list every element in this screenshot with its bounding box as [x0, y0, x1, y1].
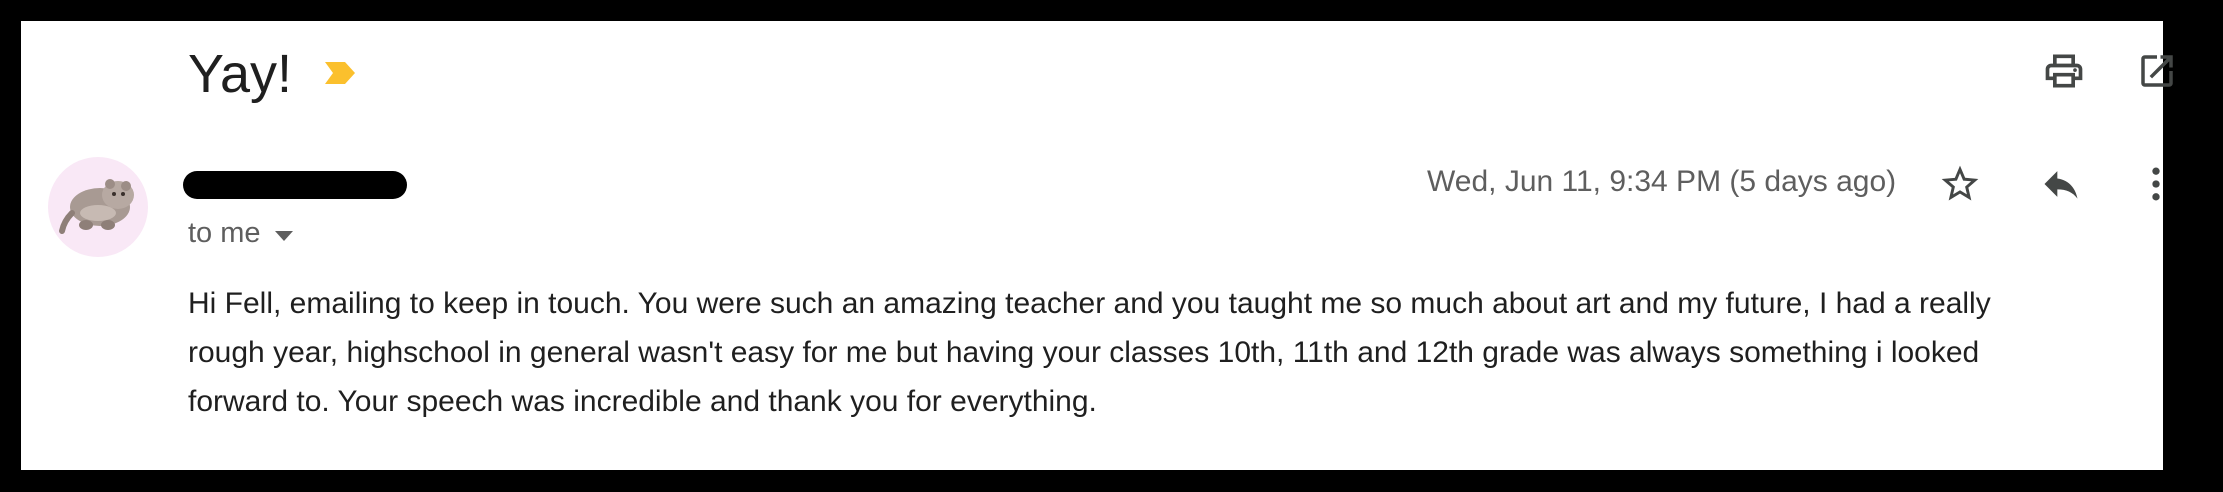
email-body-line: forward to. Your speech was incredible a… — [188, 385, 1097, 418]
open-in-new-icon[interactable] — [2133, 47, 2181, 95]
avatar[interactable] — [48, 157, 148, 257]
email-date: Wed, Jun 11, 9:34 PM (5 days ago) — [1427, 165, 1897, 198]
star-icon[interactable] — [1933, 157, 1987, 211]
print-icon[interactable] — [2040, 47, 2088, 95]
recipient-line[interactable]: to me — [188, 217, 293, 250]
more-vert-icon[interactable] — [2129, 157, 2183, 211]
redacted-sender-name — [183, 171, 407, 199]
caret-down-icon[interactable] — [274, 230, 293, 241]
importance-marker-icon[interactable] — [323, 59, 357, 87]
email-body: Hi Fell, emailing to keep in touch. You … — [188, 279, 2148, 426]
email-subject: Yay! — [188, 44, 293, 104]
recipient-label: to me — [188, 217, 261, 249]
email-body-line: Hi Fell, emailing to keep in touch. You … — [188, 287, 1991, 320]
avatar-image — [59, 179, 134, 234]
reply-icon[interactable] — [2034, 157, 2088, 211]
email-view: Yay! to me Wed, Jun 11, 9:34 PM (5 days … — [21, 21, 2173, 470]
email-body-line: rough year, highschool in general wasn't… — [188, 336, 1980, 369]
